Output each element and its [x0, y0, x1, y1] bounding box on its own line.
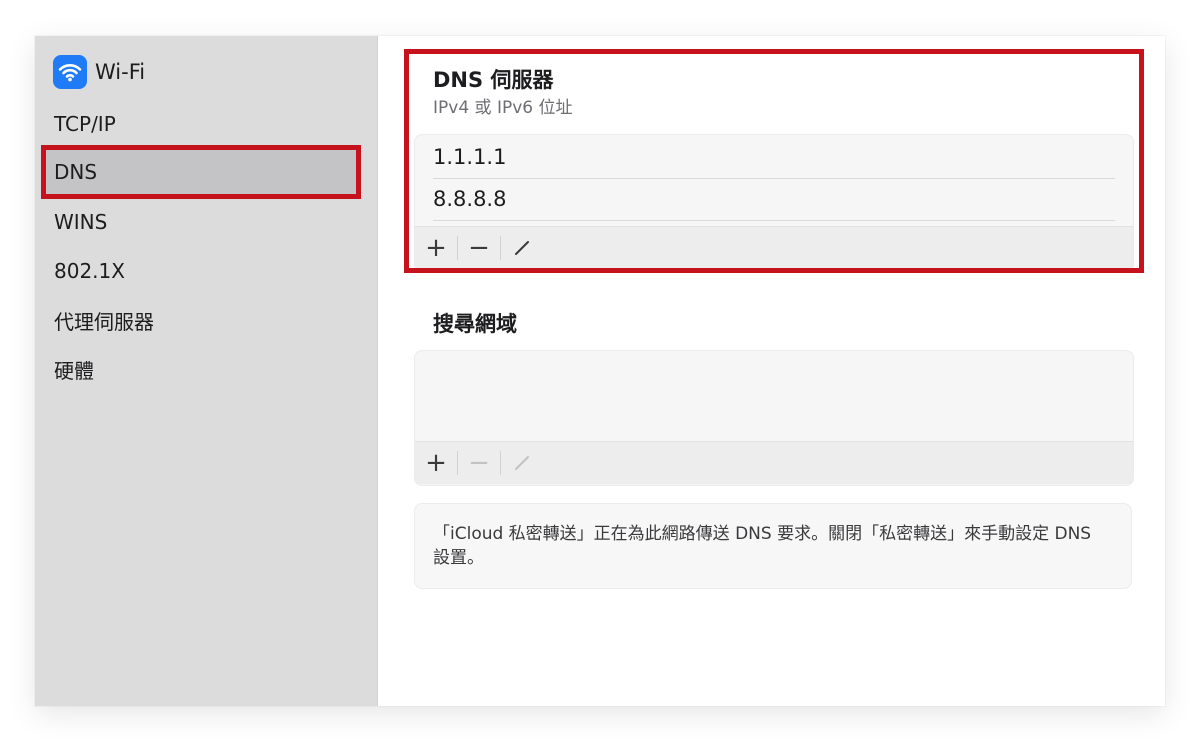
wifi-icon: [53, 55, 87, 89]
remove-search-domain-button[interactable]: −: [458, 442, 500, 484]
sidebar-item-hardware[interactable]: 硬體: [42, 344, 360, 394]
edit-search-domain-button[interactable]: [501, 442, 543, 484]
sidebar-header: Wi-Fi: [53, 54, 145, 90]
private-relay-notice: 「iCloud 私密轉送」正在為此網路傳送 DNS 要求。關閉「私密轉送」來手動…: [414, 503, 1132, 589]
sidebar-item-proxy[interactable]: 代理伺服器: [42, 295, 360, 345]
sidebar-item-tcpip[interactable]: TCP/IP: [42, 99, 360, 149]
search-domains-title: 搜尋網域: [433, 312, 517, 336]
dns-server-row[interactable]: 1.1.1.1: [433, 136, 1115, 179]
pencil-icon: [515, 241, 529, 255]
dns-server-row[interactable]: 8.8.8.8: [433, 178, 1115, 221]
dns-section-title: DNS 伺服器: [433, 68, 554, 92]
dns-server-list: 1.1.1.1 8.8.8.8 + −: [414, 134, 1134, 272]
search-domain-toolbar: + −: [415, 441, 1133, 484]
sidebar-item-wins[interactable]: WINS: [42, 197, 360, 247]
dns-list-toolbar: + −: [415, 226, 1133, 269]
search-domain-list: + −: [414, 350, 1134, 486]
add-dns-button[interactable]: +: [415, 227, 457, 269]
sidebar-item-8021x[interactable]: 802.1X: [42, 246, 360, 296]
edit-dns-button[interactable]: [501, 227, 543, 269]
add-search-domain-button[interactable]: +: [415, 442, 457, 484]
sidebar-title: Wi-Fi: [95, 60, 146, 84]
remove-dns-button[interactable]: −: [458, 227, 500, 269]
pencil-icon: [515, 456, 529, 470]
sidebar-item-dns[interactable]: DNS: [42, 147, 360, 197]
dns-settings-pane: DNS 伺服器 IPv4 或 IPv6 位址 1.1.1.1 8.8.8.8 +…: [378, 36, 1165, 706]
sidebar: Wi-Fi TCP/IP DNS WINS 802.1X 代理伺服器 硬體: [35, 36, 378, 706]
dns-section-subtitle: IPv4 或 IPv6 位址: [433, 98, 573, 118]
network-settings-window: Wi-Fi TCP/IP DNS WINS 802.1X 代理伺服器 硬體 DN…: [35, 36, 1165, 706]
